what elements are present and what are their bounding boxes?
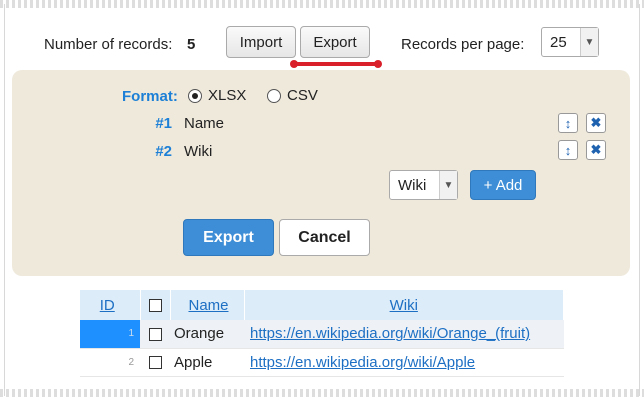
row-checkbox[interactable] <box>148 356 162 370</box>
select-all-checkbox[interactable] <box>148 299 162 313</box>
row-wiki-link[interactable]: https://en.wikipedia.org/wiki/Orange_(fr… <box>250 325 530 342</box>
chevron-down-icon: ▼ <box>580 28 598 56</box>
sort-name-link[interactable]: Name <box>188 297 228 314</box>
export-button[interactable]: Export <box>183 219 274 256</box>
move-arrows-icon[interactable]: ↕ <box>558 113 578 133</box>
column-select-value: Wiki <box>398 176 427 194</box>
records-table: ID Name Wiki 1 Orange https://en.wikiped… <box>80 290 564 377</box>
remove-icon[interactable]: ✖ <box>586 140 606 160</box>
header-select-all[interactable] <box>140 290 171 320</box>
records-toolbar: Number of records: 5 Import Export Recor… <box>0 26 644 60</box>
format-xlsx-radio[interactable] <box>188 89 202 103</box>
row-wiki-cell: https://en.wikipedia.org/wiki/Orange_(fr… <box>244 320 564 349</box>
header-name[interactable]: Name <box>170 290 245 320</box>
add-column-button[interactable]: + Add <box>470 170 536 200</box>
row-checkbox-cell[interactable] <box>140 348 170 377</box>
row-checkbox-cell[interactable] <box>140 320 170 349</box>
records-per-page-label: Records per page: <box>401 36 525 53</box>
torn-edge-top <box>0 0 644 8</box>
highlight-underline <box>290 60 382 68</box>
move-arrows-icon[interactable]: ↕ <box>558 140 578 160</box>
records-count-value: 5 <box>187 36 196 53</box>
export-toggle-button[interactable]: Export <box>300 26 370 58</box>
format-label: Format: <box>122 88 178 105</box>
table-row[interactable]: 1 Orange https://en.wikipedia.org/wiki/O… <box>80 320 564 349</box>
chevron-down-icon: ▼ <box>439 171 457 199</box>
header-id[interactable]: ID <box>80 290 141 320</box>
column-name: Name <box>184 115 225 132</box>
column-number: #1 <box>155 115 172 132</box>
table-row[interactable]: 2 Apple https://en.wikipedia.org/wiki/Ap… <box>80 348 564 377</box>
column-name: Wiki <box>184 143 213 160</box>
sort-id-link[interactable]: ID <box>100 297 115 314</box>
row-id: 2 <box>80 348 140 377</box>
format-csv-radio[interactable] <box>267 89 281 103</box>
header-wiki[interactable]: Wiki <box>244 290 564 320</box>
row-name: Orange <box>170 320 244 349</box>
records-count-label: Number of records: <box>44 36 173 53</box>
sort-wiki-link[interactable]: Wiki <box>390 297 418 314</box>
row-wiki-link[interactable]: https://en.wikipedia.org/wiki/Apple <box>250 354 475 371</box>
records-per-page-select[interactable]: 25 ▼ <box>541 27 599 57</box>
cancel-button[interactable]: Cancel <box>279 219 370 256</box>
format-xlsx-label[interactable]: XLSX <box>208 87 246 104</box>
row-id: 1 <box>80 320 140 349</box>
row-wiki-cell: https://en.wikipedia.org/wiki/Apple <box>244 348 564 377</box>
column-number: #2 <box>155 143 172 160</box>
row-name: Apple <box>170 348 244 377</box>
table-header-row: ID Name Wiki <box>80 290 564 320</box>
format-csv-label[interactable]: CSV <box>287 87 318 104</box>
column-select[interactable]: Wiki ▼ <box>389 170 458 200</box>
remove-icon[interactable]: ✖ <box>586 113 606 133</box>
import-button[interactable]: Import <box>226 26 296 58</box>
row-checkbox[interactable] <box>148 327 162 341</box>
export-panel: Format: XLSX CSV #1 Name ↕ ✖ #2 Wiki ↕ ✖… <box>12 70 630 276</box>
torn-edge-bottom <box>0 389 644 397</box>
records-per-page-value: 25 <box>550 33 567 51</box>
